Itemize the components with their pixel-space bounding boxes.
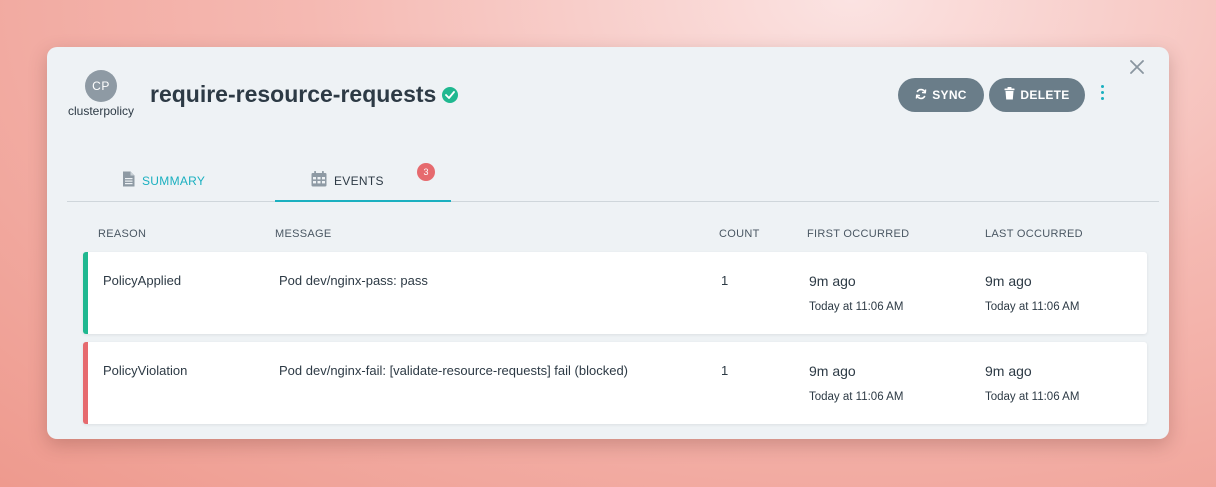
last-occurred-relative: 9m ago bbox=[985, 363, 1032, 379]
message-cell: Pod dev/nginx-pass: pass bbox=[279, 273, 428, 288]
column-header-last-occurred: LAST OCCURRED bbox=[985, 228, 1083, 240]
last-occurred-relative: 9m ago bbox=[985, 273, 1032, 289]
trash-icon bbox=[1004, 87, 1015, 103]
refresh-icon bbox=[915, 88, 927, 103]
first-occurred-relative: 9m ago bbox=[809, 273, 856, 289]
column-header-message: MESSAGE bbox=[275, 228, 332, 240]
active-tab-indicator bbox=[275, 200, 451, 202]
avatar: CP bbox=[85, 70, 117, 102]
policy-detail-panel: CP clusterpolicy require-resource-reques… bbox=[47, 47, 1169, 439]
tab-bar: SUMMARY EVENTS 3 bbox=[67, 159, 1159, 202]
page-title-group: require-resource-requests bbox=[150, 81, 459, 108]
reason-cell: PolicyApplied bbox=[103, 273, 182, 288]
resource-kind: CP clusterpolicy bbox=[63, 70, 139, 118]
close-icon[interactable] bbox=[1127, 57, 1147, 77]
table-row[interactable]: PolicyViolation Pod dev/nginx-fail: [val… bbox=[83, 342, 1147, 424]
sync-label: SYNC bbox=[932, 88, 967, 102]
tab-events-label: EVENTS bbox=[334, 173, 384, 188]
delete-button[interactable]: DELETE bbox=[989, 78, 1085, 112]
column-header-reason: REASON bbox=[98, 228, 147, 240]
first-occurred-relative: 9m ago bbox=[809, 363, 856, 379]
delete-label: DELETE bbox=[1020, 88, 1070, 102]
tab-events[interactable]: EVENTS bbox=[311, 159, 384, 202]
message-cell: Pod dev/nginx-fail: [validate-resource-r… bbox=[279, 363, 629, 378]
last-occurred-absolute: Today at 11:06 AM bbox=[985, 301, 1080, 313]
document-icon bbox=[122, 171, 135, 190]
last-occurred-absolute: Today at 11:06 AM bbox=[985, 391, 1080, 403]
check-circle-icon bbox=[442, 86, 459, 103]
reason-cell: PolicyViolation bbox=[103, 363, 188, 378]
first-occurred-absolute: Today at 11:06 AM bbox=[809, 391, 904, 403]
count-cell: 1 bbox=[721, 363, 729, 378]
count-cell: 1 bbox=[721, 273, 729, 288]
page-title: require-resource-requests bbox=[150, 81, 437, 107]
table-row[interactable]: PolicyApplied Pod dev/nginx-pass: pass 1… bbox=[83, 252, 1147, 334]
kind-label: clusterpolicy bbox=[67, 104, 135, 118]
sync-button[interactable]: SYNC bbox=[898, 78, 984, 112]
events-count-badge: 3 bbox=[417, 163, 435, 181]
column-header-first-occurred: FIRST OCCURRED bbox=[807, 228, 910, 240]
first-occurred-absolute: Today at 11:06 AM bbox=[809, 301, 904, 313]
column-header-count: COUNT bbox=[719, 228, 760, 240]
kebab-menu-icon[interactable] bbox=[1097, 85, 1107, 105]
tab-summary[interactable]: SUMMARY bbox=[122, 159, 205, 202]
calendar-icon bbox=[311, 171, 327, 190]
tab-summary-label: SUMMARY bbox=[142, 173, 206, 188]
